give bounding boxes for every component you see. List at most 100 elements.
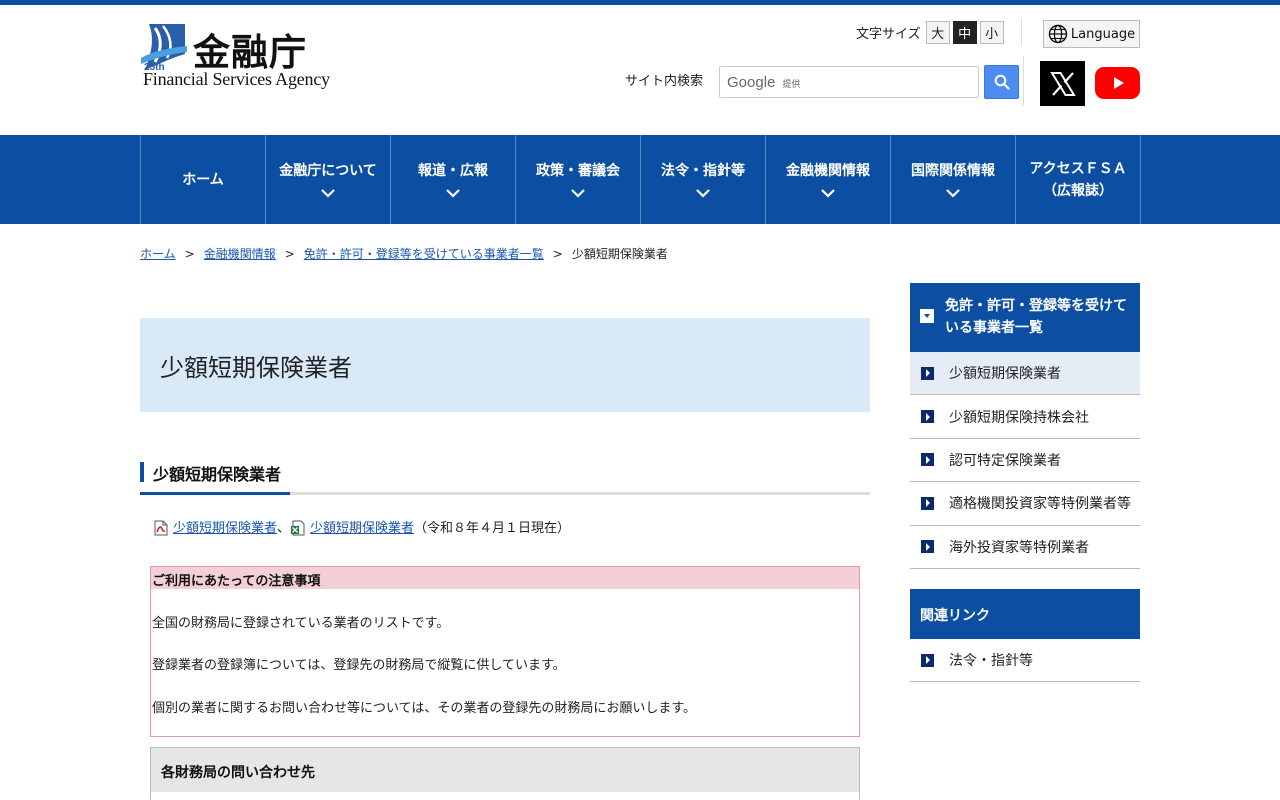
breadcrumb-link-home[interactable]: ホーム: [140, 245, 176, 262]
x-logo-icon: [1049, 71, 1076, 96]
top-accent-bar: [0, 0, 1280, 5]
section-heading-text: 少額短期保険業者: [153, 465, 282, 484]
related-link-laws[interactable]: 法令・指針等: [910, 639, 1140, 683]
arrow-bullet-icon: [921, 496, 934, 510]
pdf-file-icon: [154, 520, 168, 536]
chevron-down-icon: [821, 188, 835, 198]
sidebar-heading-text: 免許・許可・登録等を受けている事業者一覧: [945, 298, 1127, 336]
breadcrumb-separator: >: [184, 246, 195, 261]
nav-item-press[interactable]: 報道・広報: [391, 135, 516, 224]
sidebar-heading[interactable]: 免許・許可・登録等を受けている事業者一覧: [910, 283, 1140, 352]
file-separator: 、: [277, 521, 291, 536]
nav-item-label-line2: （広報誌）: [1043, 182, 1113, 199]
font-size-label: 文字サイズ: [856, 27, 921, 42]
nav-item-label: 金融庁について: [279, 162, 377, 179]
section-heading: 少額短期保険業者: [140, 460, 870, 495]
nav-item-access-fsa[interactable]: アクセスＦＳＡ （広報誌）: [1016, 135, 1141, 224]
font-size-large-button[interactable]: 大: [925, 21, 950, 44]
fsa-logo[interactable]: 25th 金融庁 Financial Services Agency: [141, 24, 341, 90]
nav-item-policy[interactable]: 政策・審議会: [516, 135, 641, 224]
sidebar-item-authorized-specified-insurers[interactable]: 認可特定保険業者: [910, 439, 1140, 483]
sidebar-item-label: 海外投資家等特例業者: [949, 539, 1089, 556]
notice-heading: ご利用にあたっての注意事項: [151, 567, 859, 589]
nav-item-international[interactable]: 国際関係情報: [891, 135, 1016, 224]
notice-paragraph: 個別の業者に関するお問い合わせ等については、その業者の登録先の財務局にお願いしま…: [152, 701, 697, 716]
arrow-bullet-icon: [921, 453, 934, 467]
logo-mark-icon: 25th: [141, 24, 187, 72]
nav-item-laws[interactable]: 法令・指針等: [641, 135, 766, 224]
chevron-down-icon: [946, 188, 960, 198]
nav-item-label: 政策・審議会: [536, 162, 620, 179]
sidebar-list: 少額短期保険業者 少額短期保険持株会社 認可特定保険業者 適格機関投資家等特例業…: [910, 352, 1140, 569]
youtube-play-icon: [1113, 77, 1124, 89]
font-size-small-button[interactable]: 小: [979, 21, 1004, 44]
breadcrumb-separator: >: [284, 246, 295, 261]
language-button[interactable]: Language: [1043, 20, 1140, 48]
divider: [1023, 56, 1024, 106]
nav-item-about[interactable]: 金融庁について: [266, 135, 391, 224]
sidebar-item-label: 少額短期保険持株会社: [949, 409, 1089, 426]
file-links: 少額短期保険業者 、 少額短期保険業者 （令和８年４月１日現在）: [153, 517, 570, 536]
nav-item-label: 国際関係情報: [911, 162, 995, 179]
globe-icon: [1048, 24, 1068, 44]
site-search-label: サイト内検索: [625, 74, 704, 89]
x-social-button[interactable]: [1040, 61, 1085, 106]
youtube-button[interactable]: [1095, 67, 1140, 99]
excel-file-link[interactable]: 少額短期保険業者: [310, 517, 414, 536]
heading-underline-accent: [140, 492, 290, 495]
related-links-list: 法令・指針等: [910, 639, 1140, 683]
related-links-heading: 関連リンク: [910, 589, 1140, 639]
sidebar-item-overseas-investors[interactable]: 海外投資家等特例業者: [910, 526, 1140, 569]
page-title-box: 少額短期保険業者: [140, 318, 870, 412]
font-size-switcher: 文字サイズ 大 中 小: [856, 21, 1007, 44]
sidebar-item-qualified-investors[interactable]: 適格機関投資家等特例業者等: [910, 482, 1140, 526]
collapse-icon: [920, 309, 934, 323]
notice-paragraph: 登録業者の登録簿については、登録先の財務局で縦覧に供しています。: [152, 658, 566, 673]
arrow-bullet-icon: [921, 653, 934, 667]
notice-paragraph: 全国の財務局に登録されている業者のリストです。: [152, 616, 450, 631]
language-label: Language: [1070, 26, 1136, 42]
chevron-down-icon: [696, 188, 710, 198]
search-provided-label: 提供: [782, 79, 801, 90]
nav-item-institutions[interactable]: 金融機関情報: [766, 135, 891, 224]
font-size-medium-button[interactable]: 中: [952, 21, 977, 44]
excel-file-icon: [291, 520, 305, 536]
page-title: 少額短期保険業者: [160, 354, 352, 382]
sidebar-item-label: 少額短期保険業者: [949, 366, 1061, 383]
contact-heading: 各財務局の問い合わせ先: [151, 748, 859, 792]
chevron-down-icon: [446, 188, 460, 198]
nav-item-label: ホーム: [182, 171, 224, 188]
pdf-file-link[interactable]: 少額短期保険業者: [173, 517, 277, 536]
breadcrumb: ホーム > 金融機関情報 > 免許・許可・登録等を受けている事業者一覧 > 少額…: [140, 245, 668, 262]
breadcrumb-separator: >: [552, 246, 563, 261]
breadcrumb-link-institutions[interactable]: 金融機関情報: [204, 245, 276, 262]
chevron-down-icon: [321, 188, 335, 198]
logo-kanji: 金融庁: [193, 31, 307, 74]
chevron-down-icon: [571, 188, 585, 198]
sidebar-item-label: 認可特定保険業者: [949, 452, 1061, 469]
related-link-label: 法令・指針等: [949, 653, 1033, 670]
nav-item-label: 法令・指針等: [661, 162, 745, 179]
nav-item-label: 金融機関情報: [786, 162, 870, 179]
search-icon: [994, 74, 1010, 90]
breadcrumb-link-licensees[interactable]: 免許・許可・登録等を受けている事業者一覧: [304, 245, 544, 262]
heading-accent-bar: [140, 462, 144, 482]
sidebar-item-label: 適格機関投資家等特例業者等: [949, 496, 1131, 513]
file-date: （令和８年４月１日現在）: [414, 521, 571, 536]
contact-box: 各財務局の問い合わせ先: [150, 747, 860, 800]
nav-item-home[interactable]: ホーム: [141, 135, 266, 224]
search-brand: Google: [727, 73, 776, 91]
logo-english: Financial Services Agency: [143, 69, 330, 89]
arrow-bullet-icon: [921, 410, 934, 424]
breadcrumb-current: 少額短期保険業者: [571, 247, 668, 261]
nav-item-label: 報道・広報: [418, 162, 488, 179]
search-input[interactable]: Google 提供: [719, 66, 979, 98]
arrow-bullet-icon: [921, 366, 934, 380]
sidebar-item-small-amount-insurers[interactable]: 少額短期保険業者: [910, 352, 1140, 396]
usage-notice: ご利用にあたっての注意事項 全国の財務局に登録されている業者のリストです。 登録…: [150, 566, 860, 737]
global-nav: ホーム 金融庁について 報道・広報 政策・審議会 法令・指針等 金融機関情報 国…: [0, 135, 1280, 224]
arrow-bullet-icon: [921, 540, 934, 554]
sidebar-item-holding-companies[interactable]: 少額短期保険持株会社: [910, 395, 1140, 439]
search-button[interactable]: [984, 65, 1019, 99]
nav-item-label-line1: アクセスＦＳＡ: [1029, 160, 1127, 177]
